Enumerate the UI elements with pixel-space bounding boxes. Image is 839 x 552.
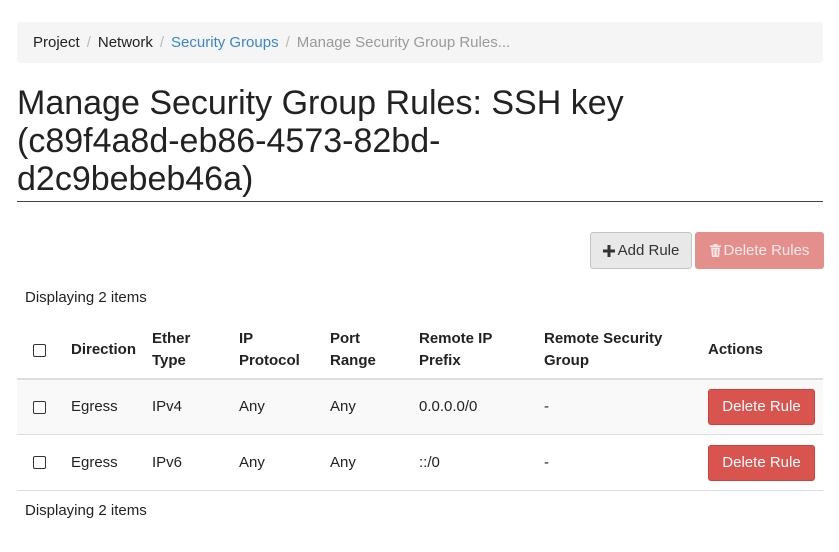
page-title-line: (c89f4a8d-eb86-4573-82bd- <box>17 122 441 160</box>
row-select-cell <box>33 380 46 434</box>
cell-remote-security-group: - <box>544 453 549 471</box>
cell-ether-type: IPv6 <box>152 453 183 471</box>
cell-actions: Delete Rule <box>708 435 815 490</box>
cell-direction: Egress <box>71 398 118 415</box>
row-select-cell <box>33 435 46 490</box>
cell-actions: Delete Rule <box>708 380 815 434</box>
cell-remote-ip-prefix: ::/0 <box>419 453 440 471</box>
cell-port-range: Any <box>330 398 356 415</box>
cell-remote-ip-prefix: 0.0.0.0/0 <box>419 398 478 415</box>
breadcrumb-current: Manage Security Group Rules... <box>296 34 511 51</box>
add-rule-label: Add Rule <box>617 242 680 259</box>
header-ip-protocol[interactable]: IP Protocol <box>239 322 300 378</box>
header-ether-type[interactable]: Ether Type <box>152 322 190 378</box>
table-row: Egress IPv6 Any Any ::/0 - Delete Rule <box>17 435 823 491</box>
item-count: Displaying 2 items <box>25 289 147 306</box>
cell-ether-type: IPv4 <box>152 398 183 415</box>
header-remote-security-group[interactable]: Remote Security Group <box>544 322 662 378</box>
item-count: Displaying 2 items <box>25 502 147 519</box>
breadcrumb-network[interactable]: Network <box>98 34 153 51</box>
cell-ip-protocol: Any <box>239 398 265 415</box>
breadcrumb-project[interactable]: Project <box>33 34 80 51</box>
header-actions: Actions <box>708 341 764 358</box>
header-remote-ip-prefix[interactable]: Remote IP Prefix <box>419 322 492 378</box>
page-title-line: d2c9bebeb46a) <box>17 160 254 198</box>
cell-port-range: Any <box>330 453 356 471</box>
delete-rule-button[interactable]: Delete Rule <box>708 444 815 481</box>
breadcrumb-separator: / <box>285 34 290 51</box>
delete-rules-label: Delete Rules <box>723 242 810 259</box>
plus-icon <box>602 244 615 257</box>
row-checkbox[interactable] <box>33 456 46 469</box>
page-title: Manage Security Group Rules: SSH key (c8… <box>17 84 823 202</box>
cell-direction: Egress <box>71 453 118 471</box>
breadcrumb-security-groups[interactable]: Security Groups <box>171 34 279 51</box>
delete-rule-button[interactable]: Delete Rule <box>708 389 815 425</box>
add-rule-button[interactable]: Add Rule <box>590 232 692 269</box>
table-row: Egress IPv4 Any Any 0.0.0.0/0 - Delete R… <box>17 380 823 435</box>
breadcrumb-separator: / <box>86 34 91 51</box>
breadcrumb: Project / Network / Security Groups / Ma… <box>17 22 823 63</box>
page-title-line: Manage Security Group Rules: SSH key <box>17 84 624 122</box>
header-port-range[interactable]: Port Range <box>330 322 376 378</box>
table-header-row: Direction Ether Type IP Protocol Port Range… <box>17 322 823 380</box>
row-checkbox[interactable] <box>33 400 46 414</box>
trash-icon <box>709 244 721 257</box>
page: Project / Network / Security Groups / Ma… <box>0 0 839 552</box>
delete-rules-button[interactable]: Delete Rules <box>695 232 824 269</box>
cell-ip-protocol: Any <box>239 453 265 471</box>
cell-remote-security-group: - <box>544 398 549 415</box>
select-all-cell <box>33 322 46 378</box>
breadcrumb-separator: / <box>159 34 165 51</box>
select-all-checkbox[interactable] <box>33 343 46 357</box>
header-direction[interactable]: Direction <box>71 322 136 378</box>
